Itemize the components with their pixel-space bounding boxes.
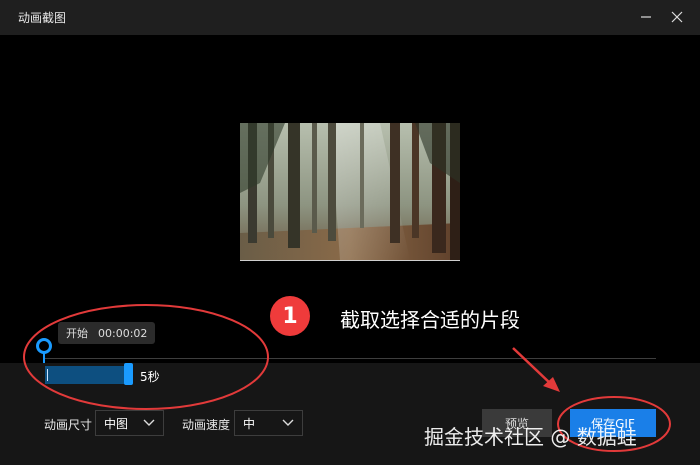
size-select[interactable]: 中图: [95, 410, 164, 436]
start-label: 开始: [66, 327, 88, 340]
clip-start-marker: [47, 369, 48, 381]
video-preview: [240, 123, 460, 261]
start-handle[interactable]: [36, 338, 52, 354]
close-icon: [671, 11, 683, 23]
close-button[interactable]: [664, 4, 690, 30]
annotation-marker: 1: [270, 296, 310, 336]
speed-select[interactable]: 中: [234, 410, 303, 436]
size-value: 中图: [104, 416, 129, 431]
annotation-text: 截取选择合适的片段: [340, 308, 520, 332]
clip-duration: 5秒: [140, 370, 160, 384]
minimize-icon: [641, 16, 651, 18]
clip-end-handle[interactable]: [124, 363, 133, 385]
chevron-down-icon: [143, 419, 155, 426]
forest-frame-image: [240, 123, 460, 260]
title-bar: 动画截图: [0, 0, 700, 35]
watermark: 掘金技术社区 @ 数据蛙: [424, 425, 637, 449]
speed-value: 中: [243, 416, 256, 431]
chevron-down-icon: [282, 419, 294, 426]
start-time: 00:00:02: [98, 326, 148, 340]
window-title: 动画截图: [18, 11, 67, 25]
start-time-tooltip: 开始 00:00:02: [58, 322, 156, 344]
timeline-track: [44, 358, 656, 359]
minimize-button[interactable]: [633, 4, 659, 30]
clip-range-bar[interactable]: [45, 366, 129, 384]
size-label: 动画尺寸: [44, 418, 93, 432]
speed-label: 动画速度: [182, 418, 231, 432]
